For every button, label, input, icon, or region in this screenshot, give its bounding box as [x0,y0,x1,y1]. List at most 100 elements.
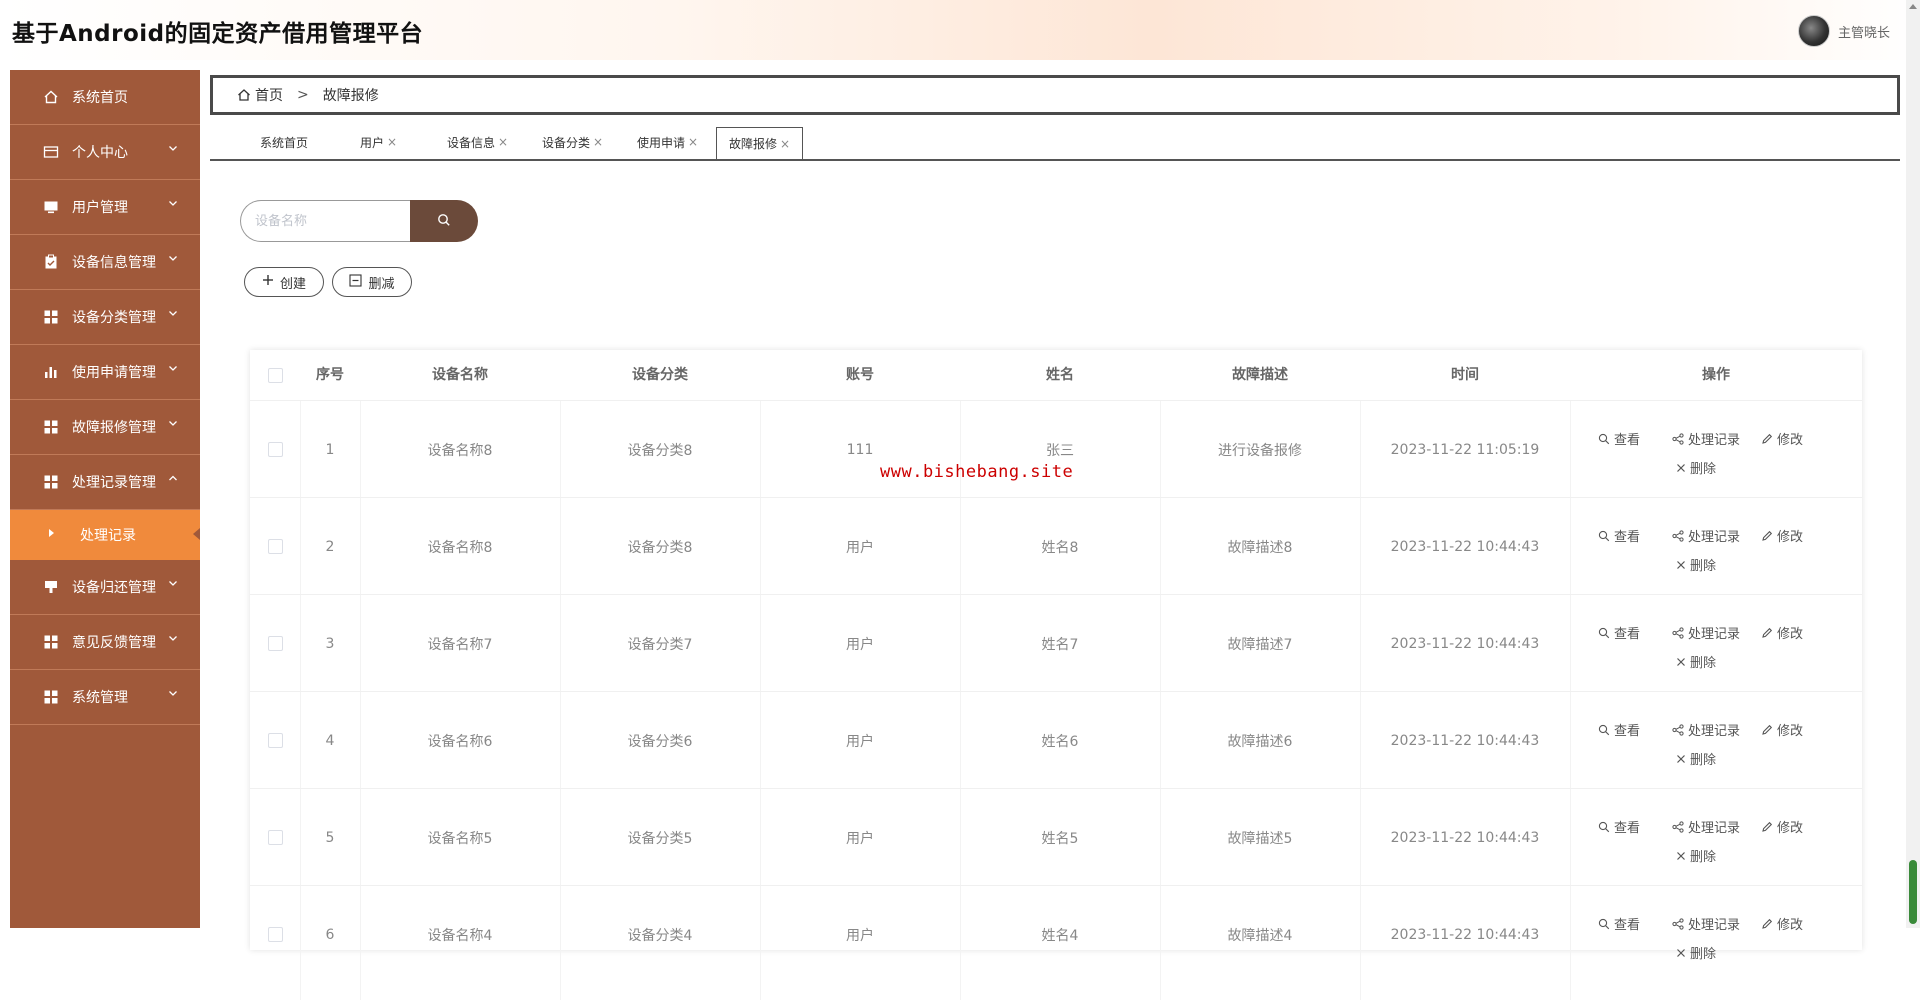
view-button[interactable]: 查看 [1598,720,1640,739]
column-header[interactable]: 时间 [1360,350,1570,400]
records-button[interactable]: 处理记录 [1672,429,1740,448]
remove-button[interactable]: 删除 [1676,555,1716,574]
view-button[interactable]: 查看 [1598,429,1640,448]
sidebar-item-10[interactable]: 意见反馈管理 [10,615,200,670]
sidebar-item-5[interactable]: 设备分类管理 [10,290,200,345]
sidebar-item-8[interactable]: 处理记录管理 [10,455,200,510]
row-checkbox-cell [250,595,300,692]
active-indicator-icon [193,528,200,540]
sidebar-item-11[interactable]: 系统管理 [10,670,200,725]
watermark-text: www.bishebang.site [880,462,1074,482]
column-header[interactable]: 姓名 [960,350,1160,400]
cell-account: 用户 [846,733,874,750]
edit-button[interactable]: 修改 [1761,623,1803,642]
page-scrollbar[interactable] [1906,0,1920,928]
tab-2[interactable]: 用户 × [360,127,397,157]
cell-time: 2023-11-22 10:44:43 [1390,538,1540,555]
sidebar-item-4[interactable]: 设备信息管理 [10,235,200,290]
records-button[interactable]: 处理记录 [1672,914,1740,933]
table-row: 5 设备名称5 设备分类5 用户 姓名5 故障描述5 2023-11-22 10:44:43… [250,788,1862,886]
minus-square-icon [349,273,363,291]
column-header[interactable]: 账号 [760,350,960,400]
share-icon [1672,432,1684,445]
view-button[interactable]: 查看 [1598,817,1640,836]
edit-button[interactable]: 修改 [1761,526,1803,545]
sidebar-item-3[interactable]: 用户管理 [10,180,200,235]
remove-button[interactable]: 删除 [1676,749,1716,768]
edit-button[interactable]: 修改 [1761,720,1803,739]
row-checkbox[interactable] [267,636,283,651]
row-checkbox[interactable] [267,733,283,748]
edit-button[interactable]: 修改 [1761,429,1803,448]
select-all-checkbox[interactable] [267,367,283,383]
remove-button[interactable]: 删除 [1676,652,1716,671]
row-checkbox-cell [250,886,300,983]
delete-label: 删减 [368,276,395,292]
scroll-thumb[interactable] [1909,860,1917,924]
sidebar-item-6[interactable]: 使用申请管理 [10,345,200,400]
column-header[interactable]: 故障描述 [1160,350,1360,400]
tab-4[interactable]: 设备分类 × [542,127,603,157]
scroll-up-icon[interactable] [1909,4,1917,9]
remove-button[interactable]: 删除 [1676,846,1716,865]
close-icon[interactable]: × [780,137,790,151]
cell-category: 设备分类8 [627,539,693,556]
column-header[interactable]: 序号 [300,350,360,400]
tab-label: 故障报修 [729,137,778,151]
cell-category: 设备分类6 [627,733,693,750]
tab-1[interactable]: 系统首页 [260,127,308,157]
view-label: 查看 [1614,530,1641,545]
row-checkbox[interactable] [267,442,283,457]
table-header: 序号 设备名称 设备分类 账号 姓名 故障描述 时间 操作 [250,350,1862,400]
tab-label: 使用申请 [637,135,686,150]
close-icon[interactable]: × [688,135,698,149]
search-input[interactable] [240,200,410,242]
column-header[interactable]: 操作 [1570,350,1862,400]
cell-device: 设备名称7 [427,636,493,653]
tab-3[interactable]: 设备信息 × [447,127,508,157]
sidebar-item-1[interactable]: 系统首页 [10,70,200,125]
home-icon[interactable] [237,88,251,102]
cell-account: 用户 [846,636,874,653]
edit-button[interactable]: 修改 [1761,817,1803,836]
avatar[interactable] [1797,15,1830,47]
username[interactable]: 主管晓长 [1838,22,1890,41]
row-actions: 查看 处理记录 修改删除 [1570,595,1860,692]
remove-button[interactable]: 删除 [1676,458,1716,477]
records-button[interactable]: 处理记录 [1672,720,1740,739]
row-checkbox[interactable] [267,830,283,845]
edit-button[interactable]: 修改 [1761,914,1803,933]
sidebar-item-label: 用户管理 [72,200,128,216]
cell-desc: 故障描述8 [1227,539,1293,556]
sidebar-item-9[interactable]: 设备归还管理 [10,560,200,615]
records-button[interactable]: 处理记录 [1672,526,1740,545]
sidebar-item-label: 故障报修管理 [72,420,156,436]
remove-button[interactable]: 删除 [1676,943,1716,962]
tab-6[interactable]: 故障报修 × [716,127,804,159]
sidebar-subitem-active[interactable]: 处理记录 [10,510,200,560]
delete-button[interactable]: 删减 [332,267,412,297]
records-button[interactable]: 处理记录 [1672,817,1740,836]
cell-no: 1 [325,441,335,458]
close-icon[interactable]: × [387,135,397,149]
breadcrumb-home[interactable]: 首页 [255,85,283,105]
column-header[interactable]: 设备名称 [360,350,560,400]
close-icon[interactable]: × [593,135,603,149]
close-icon[interactable]: × [498,135,508,149]
sidebar-item-7[interactable]: 故障报修管理 [10,400,200,455]
search-button[interactable] [410,200,478,242]
sidebar-item-2[interactable]: 个人中心 [10,125,200,180]
row-checkbox[interactable] [267,927,283,942]
row-checkbox[interactable] [267,539,283,554]
view-button[interactable]: 查看 [1598,526,1640,545]
table-row: 6 设备名称4 设备分类4 用户 姓名4 故障描述4 2023-11-22 10:44:43… [250,885,1862,983]
view-button[interactable]: 查看 [1598,623,1640,642]
column-header[interactable]: 设备分类 [560,350,760,400]
view-button[interactable]: 查看 [1598,914,1640,933]
create-button[interactable]: 创建 [244,267,324,297]
tab-5[interactable]: 使用申请 × [637,127,698,157]
cell-name: 张三 [1046,442,1074,459]
remove-label: 删除 [1690,947,1717,962]
user-menu[interactable]: 主管晓长 [1797,15,1890,47]
records-button[interactable]: 处理记录 [1672,623,1740,642]
